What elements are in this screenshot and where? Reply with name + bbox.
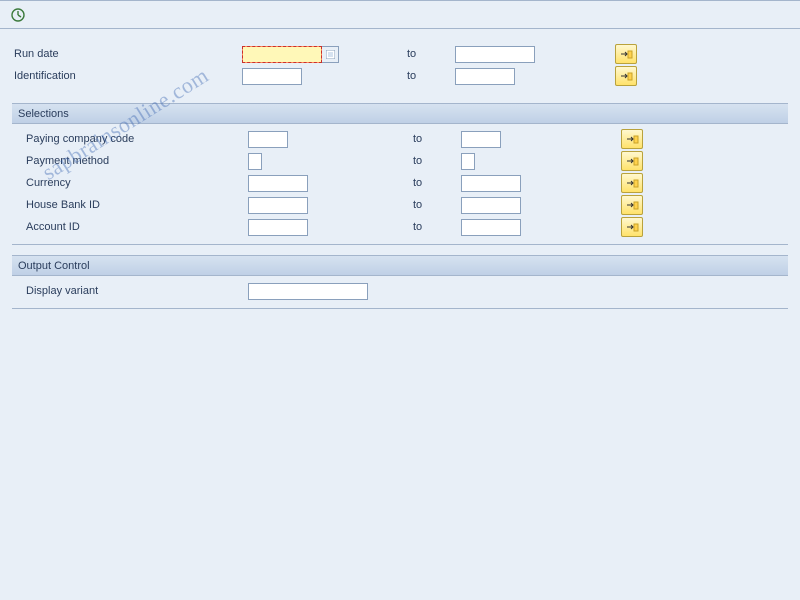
paying-cc-from-input[interactable] xyxy=(248,131,288,148)
run-date-from-wrap xyxy=(242,46,347,63)
row-payment-method: Payment method to xyxy=(18,150,782,172)
payment-method-multi-button[interactable] xyxy=(621,151,643,171)
payment-method-to-input[interactable] xyxy=(461,153,475,170)
identification-multi-button[interactable] xyxy=(615,66,637,86)
identification-from-input[interactable] xyxy=(242,68,302,85)
execute-button[interactable] xyxy=(8,5,28,25)
to-label: to xyxy=(413,133,461,145)
arrow-folder-icon xyxy=(625,221,639,233)
arrow-folder-icon xyxy=(619,70,633,82)
clock-execute-icon xyxy=(10,7,26,23)
run-date-to-input[interactable] xyxy=(455,46,535,63)
arrow-folder-icon xyxy=(625,155,639,167)
output-control-group: Output Control Display variant xyxy=(12,255,788,309)
currency-label: Currency xyxy=(18,177,248,189)
payment-method-from-input[interactable] xyxy=(248,153,262,170)
row-account-id: Account ID to xyxy=(18,216,782,238)
row-run-date: Run date to xyxy=(12,43,788,65)
currency-multi-button[interactable] xyxy=(621,173,643,193)
run-date-from-input[interactable] xyxy=(242,46,322,63)
identification-label: Identification xyxy=(12,70,242,82)
selections-group: Selections Paying company code to Paymen… xyxy=(12,103,788,245)
row-house-bank: House Bank ID to xyxy=(18,194,782,216)
account-id-from-input[interactable] xyxy=(248,219,308,236)
to-label: to xyxy=(413,177,461,189)
house-bank-from-input[interactable] xyxy=(248,197,308,214)
account-id-label: Account ID xyxy=(18,221,248,233)
account-id-to-input[interactable] xyxy=(461,219,521,236)
house-bank-multi-button[interactable] xyxy=(621,195,643,215)
row-identification: Identification to xyxy=(12,65,788,87)
arrow-folder-icon xyxy=(625,133,639,145)
row-currency: Currency to xyxy=(18,172,782,194)
house-bank-label: House Bank ID xyxy=(18,199,248,211)
output-control-body: Display variant xyxy=(12,276,788,308)
selections-header: Selections xyxy=(12,104,788,124)
payment-method-label: Payment method xyxy=(18,155,248,167)
currency-from-input[interactable] xyxy=(248,175,308,192)
to-label: to xyxy=(413,155,461,167)
account-id-multi-button[interactable] xyxy=(621,217,643,237)
to-label: to xyxy=(407,70,455,82)
to-label: to xyxy=(413,199,461,211)
currency-to-input[interactable] xyxy=(461,175,521,192)
identification-to-input[interactable] xyxy=(455,68,515,85)
row-display-variant: Display variant xyxy=(18,280,782,302)
display-variant-label: Display variant xyxy=(18,285,248,297)
paying-cc-to-input[interactable] xyxy=(461,131,501,148)
run-date-multi-button[interactable] xyxy=(615,44,637,64)
arrow-folder-icon xyxy=(625,199,639,211)
run-date-from-datebox xyxy=(242,46,339,63)
run-date-label: Run date xyxy=(12,48,242,60)
display-variant-input[interactable] xyxy=(248,283,368,300)
arrow-folder-icon xyxy=(625,177,639,189)
run-date-f4-button[interactable] xyxy=(322,46,339,63)
value-help-icon xyxy=(326,50,335,59)
to-label: to xyxy=(413,221,461,233)
selection-screen: Run date to Identification to xyxy=(0,0,800,600)
content-area: Run date to Identification to xyxy=(0,29,800,321)
application-toolbar xyxy=(0,1,800,29)
row-paying-cc: Paying company code to xyxy=(18,128,782,150)
paying-cc-label: Paying company code xyxy=(18,133,248,145)
output-control-header: Output Control xyxy=(12,256,788,276)
selections-body: Paying company code to Payment method to xyxy=(12,124,788,244)
arrow-folder-icon xyxy=(619,48,633,60)
to-label: to xyxy=(407,48,455,60)
paying-cc-multi-button[interactable] xyxy=(621,129,643,149)
house-bank-to-input[interactable] xyxy=(461,197,521,214)
